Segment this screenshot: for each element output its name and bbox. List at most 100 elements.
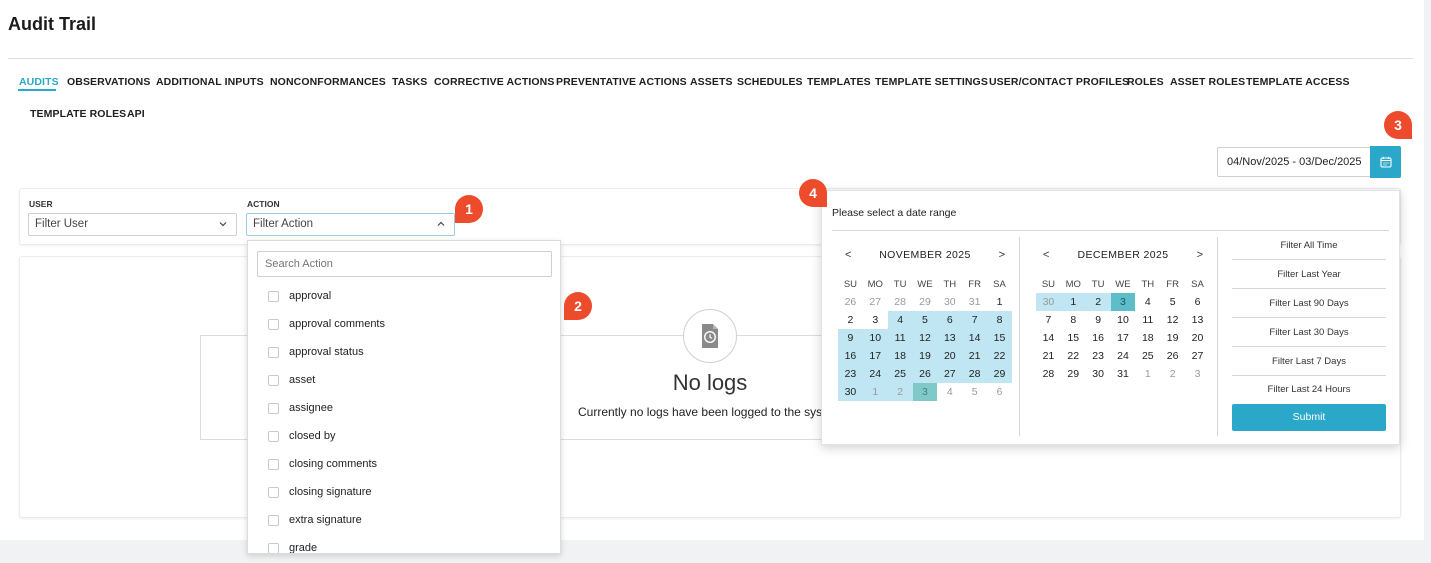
day-cell[interactable]: 31 bbox=[1111, 365, 1136, 383]
option-checkbox[interactable] bbox=[268, 458, 279, 470]
day-cell[interactable]: 3 bbox=[863, 311, 888, 329]
day-cell[interactable]: 11 bbox=[887, 329, 913, 347]
day-cell[interactable]: 9 bbox=[838, 329, 863, 347]
day-cell[interactable]: 12 bbox=[912, 329, 938, 347]
day-cell[interactable]: 13 bbox=[937, 329, 963, 347]
action-option-closed-by[interactable]: closed by bbox=[268, 427, 335, 445]
day-cell[interactable]: 12 bbox=[1160, 311, 1185, 329]
day-cell[interactable]: 18 bbox=[1135, 329, 1160, 347]
preset-last-90-days[interactable]: Filter Last 90 Days bbox=[1232, 289, 1386, 318]
next-month-button[interactable]: > bbox=[999, 249, 1005, 261]
day-cell[interactable]: 28 bbox=[1036, 365, 1061, 383]
action-option-closing-comments[interactable]: closing comments bbox=[268, 455, 377, 473]
tab-corrective-actions[interactable]: CORRECTIVE ACTIONS bbox=[434, 76, 554, 88]
day-cell[interactable]: 30 bbox=[1086, 365, 1111, 383]
day-cell[interactable]: 26 bbox=[912, 365, 938, 383]
day-cell[interactable]: 8 bbox=[1061, 311, 1086, 329]
action-option-asset[interactable]: asset bbox=[268, 371, 315, 389]
action-option-approval-comments[interactable]: approval comments bbox=[268, 315, 385, 333]
option-checkbox[interactable] bbox=[268, 514, 279, 526]
day-cell[interactable]: 22 bbox=[987, 347, 1012, 365]
day-cell[interactable]: 1 bbox=[862, 383, 888, 401]
day-cell[interactable]: 24 bbox=[862, 365, 888, 383]
action-option-closing-signature[interactable]: closing signature bbox=[268, 483, 372, 501]
option-checkbox[interactable] bbox=[268, 430, 279, 442]
day-cell[interactable]: 6 bbox=[1185, 293, 1210, 311]
day-cell[interactable]: 5 bbox=[962, 383, 987, 401]
tab-asset-roles[interactable]: ASSET ROLES bbox=[1170, 76, 1245, 88]
day-cell[interactable]: 3 bbox=[1110, 293, 1136, 311]
day-cell[interactable]: 14 bbox=[962, 329, 988, 347]
preset-last-24-hours[interactable]: Filter Last 24 Hours bbox=[1232, 375, 1386, 404]
date-picker-button[interactable] bbox=[1370, 146, 1401, 178]
day-cell[interactable]: 7 bbox=[962, 311, 988, 329]
day-cell[interactable]: 13 bbox=[1185, 311, 1210, 329]
next-month-button[interactable]: > bbox=[1197, 249, 1203, 261]
action-search-input[interactable] bbox=[257, 251, 552, 277]
day-cell[interactable]: 21 bbox=[1036, 347, 1061, 365]
day-cell[interactable]: 30 bbox=[1036, 293, 1061, 311]
day-cell[interactable]: 2 bbox=[887, 383, 913, 401]
day-cell[interactable]: 30 bbox=[838, 383, 863, 401]
day-cell[interactable]: 27 bbox=[937, 365, 963, 383]
day-cell[interactable]: 10 bbox=[862, 329, 888, 347]
option-checkbox[interactable] bbox=[268, 402, 279, 414]
day-cell[interactable]: 14 bbox=[1036, 329, 1061, 347]
option-checkbox[interactable] bbox=[268, 318, 279, 330]
day-cell[interactable]: 2 bbox=[1160, 365, 1185, 383]
day-cell[interactable]: 6 bbox=[937, 311, 963, 329]
day-cell[interactable]: 10 bbox=[1111, 311, 1136, 329]
tab-nonconformances[interactable]: NONCONFORMANCES bbox=[270, 76, 386, 88]
day-cell[interactable]: 1 bbox=[1135, 365, 1160, 383]
action-option-approval[interactable]: approval bbox=[268, 287, 331, 305]
day-cell[interactable]: 4 bbox=[1135, 293, 1160, 311]
day-cell[interactable]: 29 bbox=[913, 293, 938, 311]
option-checkbox[interactable] bbox=[268, 542, 279, 553]
preset-last-30-days[interactable]: Filter Last 30 Days bbox=[1232, 318, 1386, 347]
day-cell[interactable]: 1 bbox=[1060, 293, 1086, 311]
day-cell[interactable]: 15 bbox=[987, 329, 1012, 347]
day-cell[interactable]: 20 bbox=[1185, 329, 1210, 347]
tab-additional-inputs[interactable]: ADDITIONAL INPUTS bbox=[156, 76, 264, 88]
tab-schedules[interactable]: SCHEDULES bbox=[737, 76, 803, 88]
tab-template-settings[interactable]: TEMPLATE SETTINGS bbox=[875, 76, 988, 88]
day-cell[interactable]: 7 bbox=[1036, 311, 1061, 329]
action-option-assignee[interactable]: assignee bbox=[268, 399, 333, 417]
tab-templates[interactable]: TEMPLATES bbox=[807, 76, 871, 88]
option-checkbox[interactable] bbox=[268, 374, 279, 386]
tab-audits[interactable]: AUDITS bbox=[19, 76, 59, 88]
option-checkbox[interactable] bbox=[268, 486, 279, 498]
day-cell[interactable]: 31 bbox=[962, 293, 987, 311]
day-cell[interactable]: 4 bbox=[937, 383, 962, 401]
submit-button[interactable]: Submit bbox=[1232, 404, 1386, 431]
day-cell[interactable]: 19 bbox=[912, 347, 938, 365]
day-cell[interactable]: 29 bbox=[1061, 365, 1086, 383]
day-cell[interactable]: 28 bbox=[888, 293, 913, 311]
preset-last-year[interactable]: Filter Last Year bbox=[1232, 260, 1386, 289]
tab-roles[interactable]: ROLES bbox=[1127, 76, 1164, 88]
option-checkbox[interactable] bbox=[268, 290, 279, 302]
day-cell[interactable]: 16 bbox=[838, 347, 863, 365]
day-cell[interactable]: 30 bbox=[937, 293, 962, 311]
day-cell[interactable]: 2 bbox=[1085, 293, 1111, 311]
day-cell[interactable]: 3 bbox=[912, 383, 938, 401]
day-cell[interactable]: 25 bbox=[1135, 347, 1160, 365]
action-option-grade[interactable]: grade bbox=[268, 539, 317, 553]
option-checkbox[interactable] bbox=[268, 346, 279, 358]
day-cell[interactable]: 3 bbox=[1185, 365, 1210, 383]
tab-user-contact-profiles[interactable]: USER/CONTACT PROFILES bbox=[989, 76, 1129, 88]
day-cell[interactable]: 8 bbox=[987, 311, 1012, 329]
day-cell[interactable]: 1 bbox=[987, 293, 1012, 311]
day-cell[interactable]: 28 bbox=[962, 365, 988, 383]
day-cell[interactable]: 5 bbox=[912, 311, 938, 329]
day-cell[interactable]: 20 bbox=[937, 347, 963, 365]
day-cell[interactable]: 11 bbox=[1135, 311, 1160, 329]
day-cell[interactable]: 6 bbox=[987, 383, 1012, 401]
day-cell[interactable]: 15 bbox=[1061, 329, 1086, 347]
day-cell[interactable]: 9 bbox=[1086, 311, 1111, 329]
preset-last-7-days[interactable]: Filter Last 7 Days bbox=[1232, 347, 1386, 376]
preset-all-time[interactable]: Filter All Time bbox=[1232, 231, 1386, 260]
day-cell[interactable]: 26 bbox=[838, 293, 863, 311]
day-cell[interactable]: 5 bbox=[1160, 293, 1185, 311]
day-cell[interactable]: 27 bbox=[1185, 347, 1210, 365]
